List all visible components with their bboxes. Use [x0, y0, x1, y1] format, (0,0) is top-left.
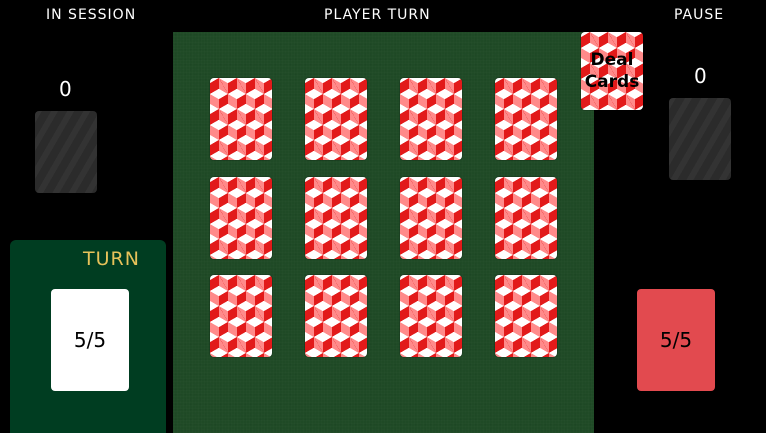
card-back[interactable] — [305, 78, 367, 160]
right-player-score: 0 — [694, 64, 707, 88]
right-card-count: 5/5 — [659, 328, 693, 352]
card-back[interactable] — [495, 177, 557, 259]
card-back[interactable] — [400, 177, 462, 259]
card-back[interactable] — [210, 177, 272, 259]
deal-cards-label-line1: Deal — [590, 50, 634, 70]
card-back[interactable] — [495, 275, 557, 357]
right-captured-pile — [669, 98, 731, 180]
left-card-counter: 5/5 — [51, 289, 129, 391]
left-card-count: 5/5 — [73, 328, 107, 352]
card-back[interactable] — [400, 78, 462, 160]
card-back[interactable] — [305, 177, 367, 259]
card-back[interactable] — [210, 275, 272, 357]
turn-indicator: TURN — [83, 248, 140, 270]
pause-button[interactable]: PAUSE — [674, 7, 724, 23]
deal-cards-label-line2: Cards — [584, 72, 640, 92]
turn-status: PLAYER TURN — [324, 7, 431, 23]
left-captured-pile — [35, 111, 97, 193]
card-back[interactable] — [400, 275, 462, 357]
session-status: IN SESSION — [46, 7, 137, 23]
card-back[interactable] — [495, 78, 557, 160]
card-back[interactable] — [305, 275, 367, 357]
right-card-counter: 5/5 — [637, 289, 715, 391]
card-back[interactable] — [210, 78, 272, 160]
left-player-score: 0 — [59, 77, 72, 101]
deal-cards-button[interactable]: Deal Cards — [581, 32, 643, 110]
